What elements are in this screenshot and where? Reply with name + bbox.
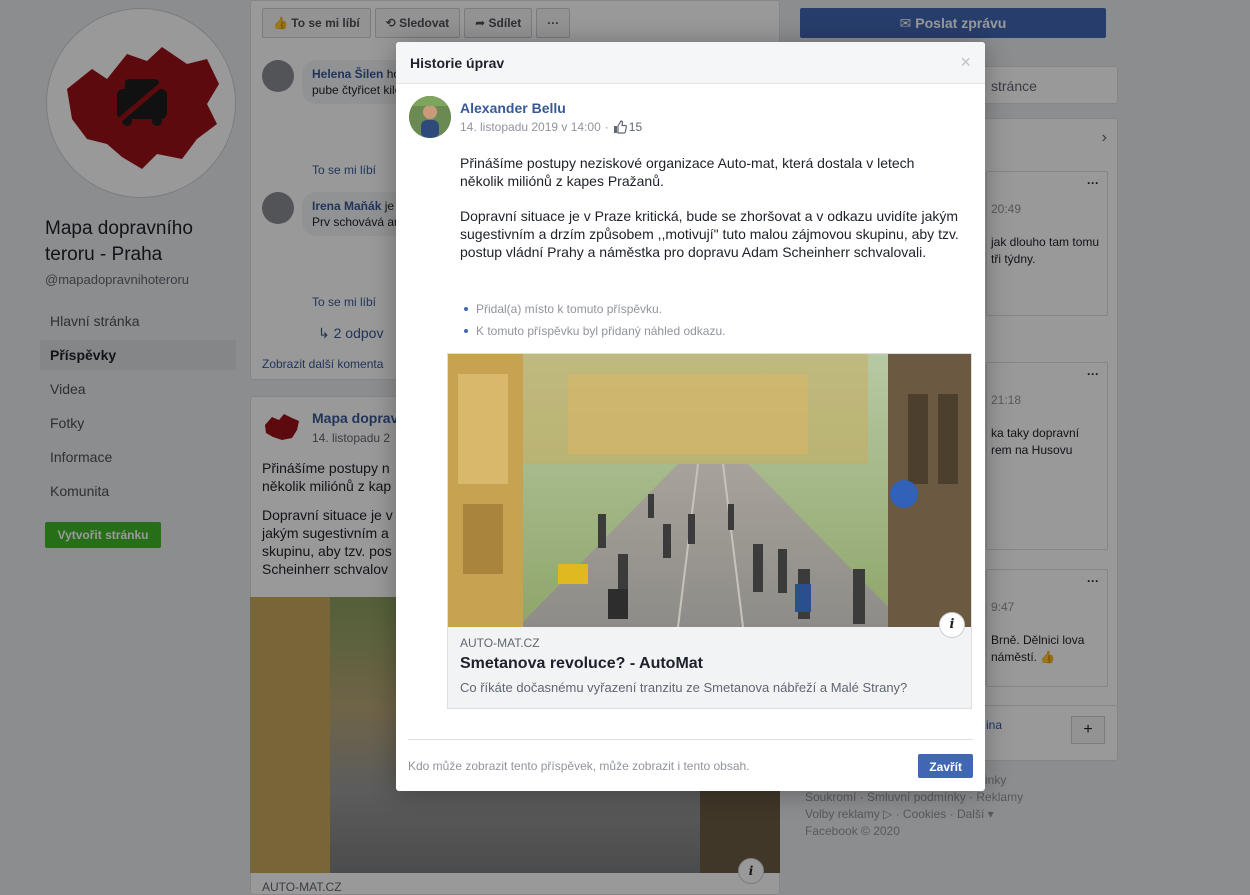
edit-entry: Přidal(a) místo k tomuto příspěvku. bbox=[464, 298, 725, 320]
dialog-header: Historie úprav × bbox=[396, 42, 985, 84]
dialog-title: Historie úprav bbox=[410, 54, 505, 71]
link-title[interactable]: Smetanova revoluce? - AutoMat bbox=[460, 655, 703, 673]
post-paragraph-1: Přinášíme postupy neziskové organizace A… bbox=[460, 155, 915, 189]
link-description: Co říkáte dočasnému vyřazení tranzitu ze… bbox=[460, 680, 908, 695]
author-avatar[interactable] bbox=[409, 96, 451, 138]
author-name[interactable]: Alexander Bellu bbox=[460, 100, 566, 116]
post-meta: 14. listopadu 2019 v 14:00 · 15 bbox=[460, 120, 642, 134]
dialog-footer: Kdo může zobrazit tento příspěvek, může … bbox=[408, 739, 973, 791]
edit-entry: K tomuto příspěvku byl přidaný náhled od… bbox=[464, 320, 725, 342]
post-date[interactable]: 14. listopadu 2019 v 14:00 bbox=[460, 120, 601, 134]
link-preview-card[interactable]: i AUTO-MAT.CZ Smetanova revoluce? - Auto… bbox=[447, 353, 972, 709]
info-icon[interactable]: i bbox=[939, 612, 965, 638]
edit-list: Přidal(a) místo k tomuto příspěvku. K to… bbox=[464, 298, 725, 342]
thumbs-up-icon bbox=[613, 120, 627, 134]
likes-count[interactable]: 15 bbox=[613, 120, 642, 134]
close-button[interactable]: Zavřít bbox=[918, 753, 973, 778]
meta-separator: · bbox=[604, 120, 609, 134]
street-photo bbox=[448, 354, 971, 627]
privacy-note: Kdo může zobrazit tento příspěvek, může … bbox=[408, 758, 750, 773]
link-preview-image[interactable] bbox=[448, 354, 971, 627]
post-paragraph-2: Dopravní situace je v Praze kritická, bu… bbox=[460, 208, 959, 260]
close-icon[interactable]: × bbox=[960, 52, 971, 73]
link-domain: AUTO-MAT.CZ bbox=[460, 636, 540, 650]
likes-number: 15 bbox=[628, 120, 643, 134]
edit-history-dialog: Historie úprav × Alexander Bellu 14. lis… bbox=[396, 42, 985, 791]
